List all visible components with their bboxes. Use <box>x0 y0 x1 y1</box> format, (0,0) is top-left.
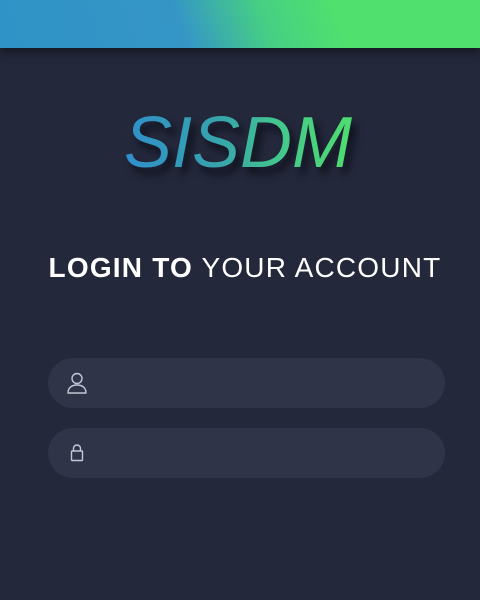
password-field[interactable] <box>48 428 445 478</box>
title-bold-part: LOGIN TO <box>48 252 193 283</box>
title-light-part: YOUR ACCOUNT <box>201 252 442 283</box>
lock-icon <box>66 441 88 465</box>
username-input[interactable] <box>100 358 430 408</box>
app-logo: SISDM <box>0 100 478 186</box>
logo-text: SISDM <box>123 103 353 183</box>
username-field[interactable] <box>48 358 445 408</box>
top-gradient-bar <box>0 0 480 48</box>
page-title: LOGIN TO YOUR ACCOUNT <box>0 248 480 288</box>
user-icon <box>66 371 88 395</box>
password-input[interactable] <box>100 428 430 478</box>
